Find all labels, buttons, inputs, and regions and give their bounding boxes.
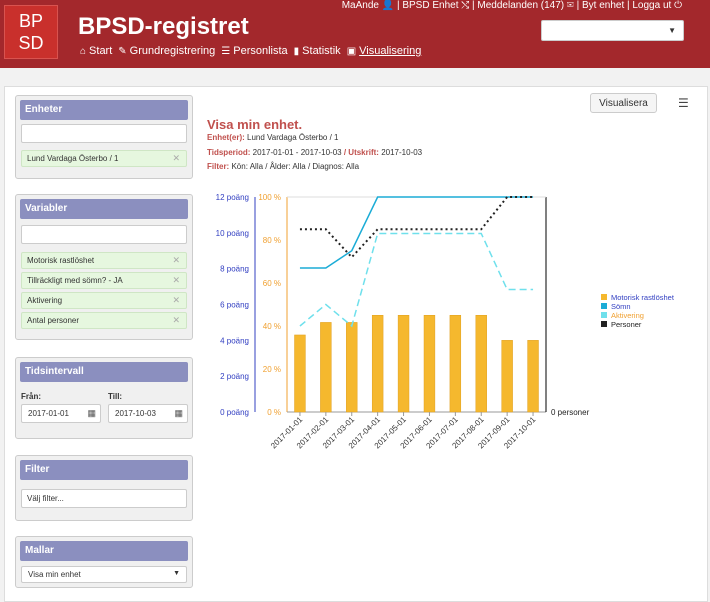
tag-label: Antal personer [27, 316, 80, 325]
remove-icon[interactable]: ✕ [172, 275, 180, 286]
tag-label: Motorisk rastlöshet [27, 256, 95, 265]
chevron-down-icon: ▼ [668, 26, 676, 35]
logo-text-top: BP [18, 11, 43, 31]
variabel-tag: Tillräckligt med sömn? - JA ✕ [21, 272, 187, 289]
nav-item-label: Statistik [302, 45, 341, 57]
menu-icon[interactable]: ☰ [678, 96, 689, 110]
to-label: Till: [108, 392, 123, 401]
meta-value: Lund Vardaga Österbo / 1 [247, 133, 339, 142]
enheter-panel-title: Enheter [20, 100, 188, 120]
to-date-input[interactable]: 2017-10-03 ▦ [108, 404, 188, 423]
calendar-icon[interactable]: ▦ [174, 408, 183, 419]
variabel-tag: Antal personer ✕ [21, 312, 187, 329]
filter-input[interactable]: Välj filter... [21, 489, 187, 508]
meta-value: 2017-10-03 [381, 148, 423, 157]
user-links[interactable]: MaAnde 👤 | BPSD Enhet ⤭ | Meddelanden (1… [342, 0, 682, 11]
calendar-icon[interactable]: ▦ [87, 408, 96, 419]
nav-item-label: Start [89, 45, 113, 57]
image-icon: ▣ [346, 45, 357, 57]
tag-label: Aktivering [27, 296, 63, 305]
filter-panel-title: Filter [20, 460, 188, 480]
mallar-select[interactable]: Visa min enhet ▼ [21, 566, 187, 583]
period-meta: Tidsperiod: 2017-01-01 - 2017-10-03 / Ut… [207, 148, 422, 157]
nav-item-statistik[interactable]: ▮ Statistik [294, 45, 341, 57]
mallar-select-value: Visa min enhet [28, 570, 81, 579]
variabler-panel-title: Variabler [20, 199, 188, 219]
tag-label: Tillräckligt med sömn? - JA [27, 276, 123, 285]
main-nav: ⌂ Start ✎ Grundregistrering ☰ Personlista ▮ Sta… [80, 45, 421, 57]
to-date-value: 2017-10-03 [115, 409, 156, 418]
mallar-panel: Mallar Visa min enhet ▼ [15, 536, 193, 588]
meta-key: / Utskrift: [343, 148, 379, 157]
nav-item-visualisering[interactable]: ▣ Visualisering [347, 45, 422, 57]
visualisera-button[interactable]: Visualisera [590, 93, 657, 113]
mallar-panel-title: Mallar [20, 541, 188, 561]
variabel-tag: Aktivering ✕ [21, 292, 187, 309]
edit-icon: ✎ [118, 45, 127, 57]
variabler-search-input[interactable] [21, 225, 187, 244]
nav-item-start[interactable]: ⌂ Start [80, 45, 112, 57]
nav-item-label: Personlista [233, 45, 288, 57]
app-header: BP SD BPSD-registret MaAnde 👤 | BPSD Enh… [0, 0, 710, 68]
meta-value: 2017-01-01 - 2017-10-03 [252, 148, 342, 157]
filter-panel: Filter Välj filter... [15, 455, 193, 521]
variabler-panel: Variabler Motorisk rastlöshet ✕ Tillräck… [15, 194, 193, 340]
app-title: BPSD-registret [78, 13, 249, 40]
list-icon: ☰ [221, 45, 231, 57]
app-logo[interactable]: BP SD [4, 5, 58, 59]
from-label: Från: [21, 392, 41, 401]
enheter-panel: Enheter Lund Vardaga Österbo / 1 ✕ [15, 95, 193, 179]
meta-key: Filter: [207, 162, 230, 171]
meta-key: Enhet(er): [207, 133, 245, 142]
meta-key: Tidsperiod: [207, 148, 251, 157]
from-date-value: 2017-01-01 [28, 409, 69, 418]
enheter-search-input[interactable] [21, 124, 187, 143]
filter-meta: Filter: Kön: Alla / Ålder: Alla / Diagno… [207, 162, 359, 171]
tag-label: Lund Vardaga Österbo / 1 [27, 154, 119, 163]
enheter-meta: Enhet(er): Lund Vardaga Österbo / 1 [207, 133, 338, 142]
home-icon: ⌂ [80, 45, 87, 57]
nav-item-grundregistrering[interactable]: ✎ Grundregistrering [118, 45, 215, 57]
remove-icon[interactable]: ✕ [172, 255, 180, 266]
tidsintervall-panel: Tidsintervall Från: Till: 2017-01-01 ▦ 2… [15, 357, 193, 439]
visualization-title: Visa min enhet. [207, 117, 303, 132]
meta-value: Kön: Alla / Ålder: Alla / Diagnos: Alla [231, 162, 360, 171]
from-date-input[interactable]: 2017-01-01 ▦ [21, 404, 101, 423]
nav-item-label: Visualisering [359, 45, 422, 57]
unit-select[interactable]: ▼ [541, 20, 684, 41]
chevron-down-icon: ▼ [173, 570, 180, 577]
tidsintervall-panel-title: Tidsintervall [20, 362, 188, 382]
remove-icon[interactable]: ✕ [172, 153, 180, 164]
remove-icon[interactable]: ✕ [172, 295, 180, 306]
variabel-tag: Motorisk rastlöshet ✕ [21, 252, 187, 269]
remove-icon[interactable]: ✕ [172, 315, 180, 326]
file-icon: ▮ [293, 45, 300, 57]
enheter-tag: Lund Vardaga Österbo / 1 ✕ [21, 150, 187, 167]
nav-item-personlista[interactable]: ☰ Personlista [221, 45, 287, 57]
nav-item-label: Grundregistrering [129, 45, 216, 57]
logo-text-bottom: SD [18, 33, 44, 53]
